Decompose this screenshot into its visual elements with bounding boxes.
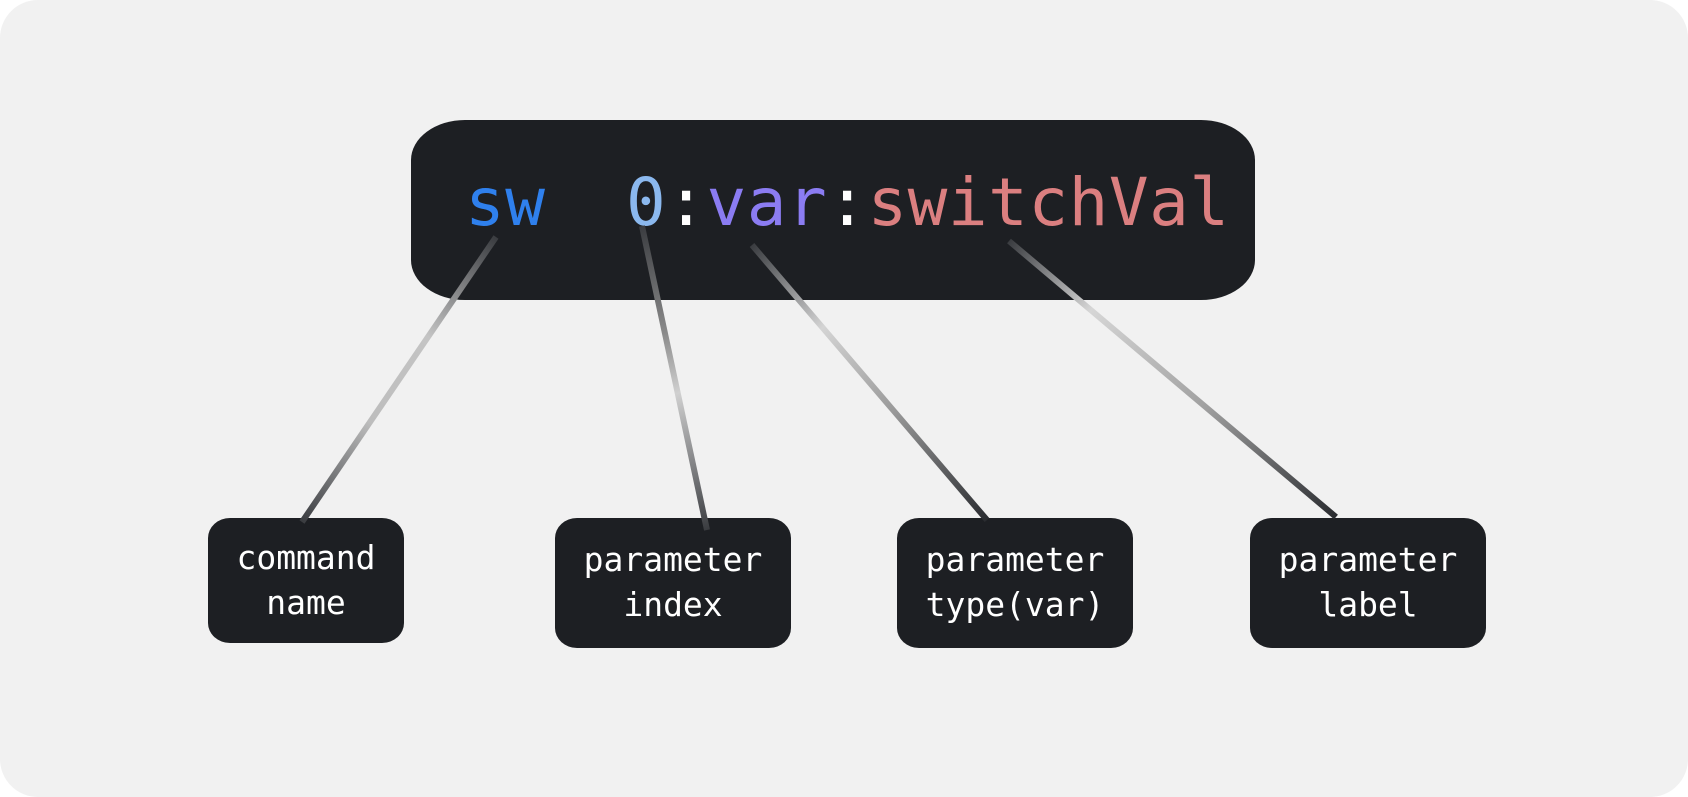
- diagram-canvas: sw 0:var:switchVal command name paramete…: [0, 0, 1688, 797]
- connector-parameter-label: [1007, 238, 1338, 520]
- connector-parameter-type: [749, 243, 990, 522]
- connector-lines: [299, 225, 1338, 531]
- connector-parameter-index: [639, 225, 710, 531]
- connector-command-name: [299, 235, 499, 524]
